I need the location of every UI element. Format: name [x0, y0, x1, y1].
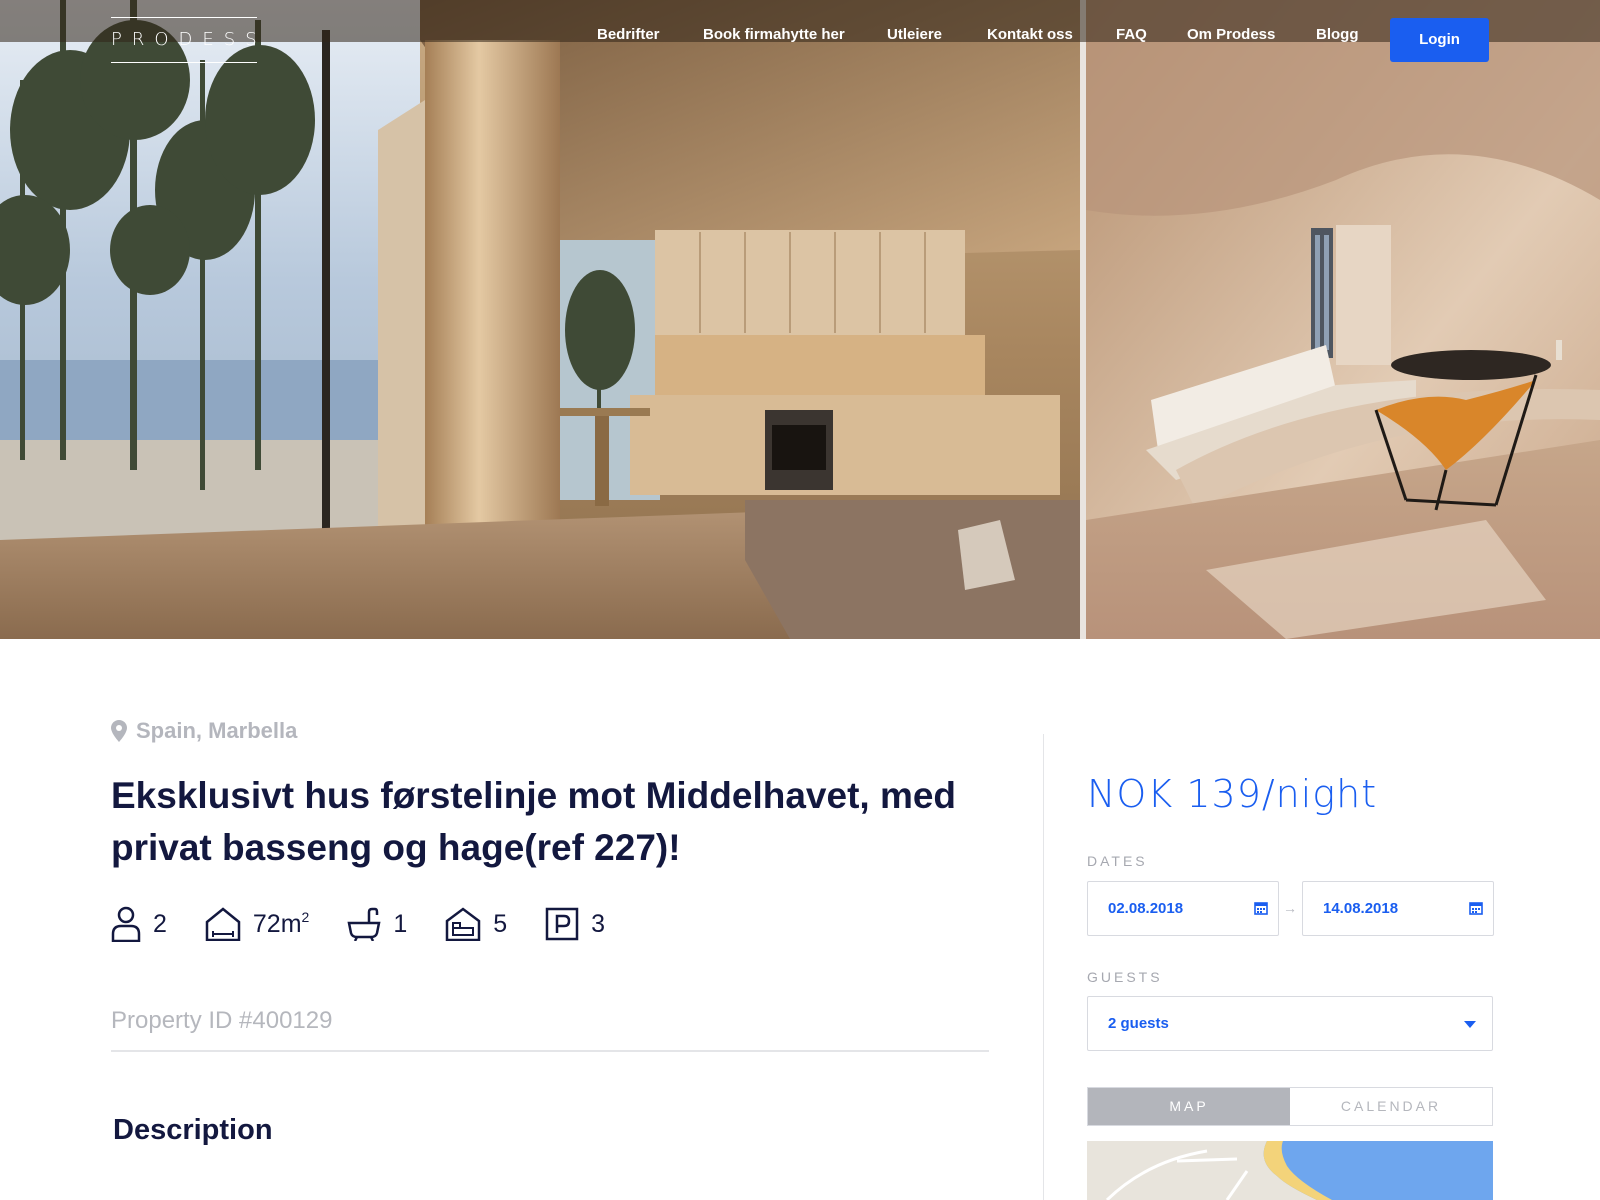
map-image: [1087, 1141, 1493, 1200]
bathrooms-count: 1: [393, 909, 408, 938]
living-room-photo: [1086, 0, 1600, 639]
listing-title: Eksklusivt hus førstelinje mot Middelhav…: [111, 775, 957, 868]
nav-link-book-firmahytte[interactable]: Book firmahytte her: [703, 26, 845, 43]
feature-bedrooms: 5: [445, 907, 507, 941]
arrow-right-icon: →: [1283, 900, 1297, 916]
location: Spain, Marbella: [111, 718, 297, 744]
area-number: 72m: [252, 910, 302, 938]
feature-list: 2 72m2 1 5 3: [111, 906, 643, 942]
map-calendar-tabs: MAP CALENDAR: [1087, 1087, 1493, 1126]
tab-calendar[interactable]: CALENDAR: [1290, 1088, 1492, 1125]
parking-icon: [545, 907, 579, 941]
location-pin-icon: [111, 720, 127, 742]
nav-link-bedrifter[interactable]: Bedrifter: [597, 26, 660, 43]
nav-link-faq[interactable]: FAQ: [1116, 26, 1147, 43]
divider: [111, 1050, 989, 1052]
date-from-field[interactable]: 02.08.2018: [1087, 881, 1279, 936]
hero-gallery: PRODESS Bedrifter Book firmahytte her Ut…: [0, 0, 1600, 639]
calendar-icon: [1254, 902, 1268, 915]
location-map[interactable]: [1087, 1141, 1493, 1200]
area-unit-exponent: 2: [301, 909, 310, 925]
nav-link-kontakt-oss[interactable]: Kontakt oss: [987, 26, 1073, 43]
chevron-down-icon: [1464, 1021, 1476, 1028]
nav-link-om-prodess[interactable]: Om Prodess: [1187, 26, 1275, 43]
calendar-icon: [1469, 902, 1483, 915]
nav-link-blogg[interactable]: Blogg: [1316, 26, 1359, 43]
guests-label: GUESTS: [1087, 969, 1163, 985]
dates-label: DATES: [1087, 853, 1148, 869]
date-to-value: 14.08.2018: [1323, 900, 1399, 917]
house-icon: [205, 907, 241, 941]
description-heading: Description: [113, 1114, 273, 1146]
area-value: 72m2: [253, 909, 309, 939]
feature-guests: 2: [111, 906, 167, 942]
logo-rule-top: [111, 17, 257, 18]
guests-count: 2: [153, 909, 167, 938]
hero-photo-side[interactable]: [1086, 0, 1600, 639]
nav-link-utleiere[interactable]: Utleiere: [887, 26, 942, 43]
location-text: Spain, Marbella: [136, 718, 298, 743]
prodess-logo[interactable]: PRODESS: [111, 17, 257, 63]
kitchen-interior-photo: [0, 0, 1080, 639]
property-id: Property ID #400129: [111, 1007, 333, 1034]
date-to-field[interactable]: 14.08.2018: [1302, 881, 1494, 936]
feature-area: 72m2: [205, 907, 309, 941]
hero-photo-main[interactable]: [0, 0, 1080, 639]
date-from-value: 02.08.2018: [1108, 900, 1184, 917]
person-icon: [111, 906, 141, 942]
tab-map[interactable]: MAP: [1088, 1088, 1290, 1125]
price-per-night: NOK 139/night: [1087, 772, 1378, 816]
feature-parking: 3: [545, 907, 605, 941]
guests-value: 2 guests: [1108, 1015, 1169, 1032]
guests-select[interactable]: 2 guests: [1087, 996, 1493, 1051]
bed-icon: [446, 907, 481, 941]
column-divider: [1043, 734, 1044, 1200]
parking-count: 3: [591, 909, 606, 938]
login-button[interactable]: Login: [1390, 18, 1489, 62]
bathtub-icon: [347, 907, 381, 941]
logo-text: PRODESS: [111, 29, 267, 50]
feature-bathrooms: 1: [347, 907, 407, 941]
bedrooms-count: 5: [493, 909, 508, 938]
logo-rule-bottom: [111, 62, 257, 63]
